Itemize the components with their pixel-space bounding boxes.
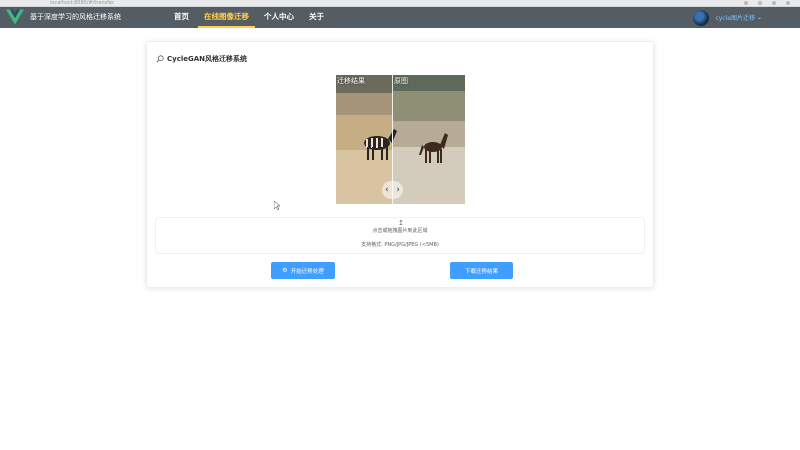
compare-handle[interactable]: ‹ › <box>382 181 403 199</box>
upload-instruction: 点击或拖拽图片到此区域 <box>372 228 428 234</box>
nav-menu: 首页 在线图像迁移 个人中心 关于 <box>168 7 333 28</box>
chevron-left-icon[interactable]: ‹ <box>385 181 389 199</box>
browser-toolbar-icons <box>744 1 790 5</box>
download-result-button[interactable]: 下载迁移结果 <box>450 262 513 279</box>
start-transfer-label: 开始迁移处理 <box>290 268 324 275</box>
start-transfer-button[interactable]: ⚙ 开始迁移处理 <box>271 262 335 279</box>
search-icon <box>156 55 164 63</box>
card-header: CycleGAN风格迁移系统 <box>156 54 247 64</box>
gear-icon: ⚙ <box>282 267 288 274</box>
chevron-right-icon[interactable]: › <box>396 181 400 199</box>
nav-item-home[interactable]: 首页 <box>168 7 195 28</box>
image-compare-slider[interactable]: 迁移结果 原图 ‹ › <box>336 75 465 204</box>
bookmark-icon[interactable] <box>758 1 762 5</box>
user-menu[interactable]: cycle图片迁移 ⌄ <box>693 9 762 26</box>
vue-logo-icon <box>6 9 24 25</box>
upload-dropzone[interactable]: ↥ 点击或拖拽图片到此区域 支持格式: PNG/JPG/JPEG (<5MB) <box>155 217 645 254</box>
profile-icon[interactable] <box>772 1 776 5</box>
username[interactable]: cycle图片迁移 <box>715 13 755 22</box>
browser-toolbar: localhost:8080/#/transfer <box>0 0 800 7</box>
card-title: CycleGAN风格迁移系统 <box>167 55 248 63</box>
transfer-card: CycleGAN风格迁移系统 迁移结果 原图 ‹ › ↥ 点击或拖拽图片到此区域… <box>146 41 654 288</box>
nav-item-profile[interactable]: 个人中心 <box>258 7 300 28</box>
browser-url[interactable]: localhost:8080/#/transfer <box>50 0 114 6</box>
extension-icon[interactable] <box>744 1 748 5</box>
chevron-down-icon[interactable]: ⌄ <box>757 14 762 21</box>
app-title: 基于深度学习的风格迁移系统 <box>30 13 121 21</box>
download-result-label: 下载迁移结果 <box>464 268 498 275</box>
nav-item-about[interactable]: 关于 <box>303 7 330 28</box>
result-label: 迁移结果 <box>337 77 365 85</box>
avatar[interactable] <box>693 9 710 26</box>
mouse-cursor-icon <box>274 201 280 210</box>
menu-icon[interactable] <box>786 1 790 5</box>
original-label: 原图 <box>394 77 408 85</box>
upload-icon: ↥ <box>398 219 404 227</box>
top-navbar: 基于深度学习的风格迁移系统 首页 在线图像迁移 个人中心 关于 cycle图片迁… <box>0 7 800 28</box>
nav-item-online-transfer[interactable]: 在线图像迁移 <box>198 7 255 28</box>
upload-format-tip: 支持格式: PNG/JPG/JPEG (<5MB) <box>361 242 439 248</box>
